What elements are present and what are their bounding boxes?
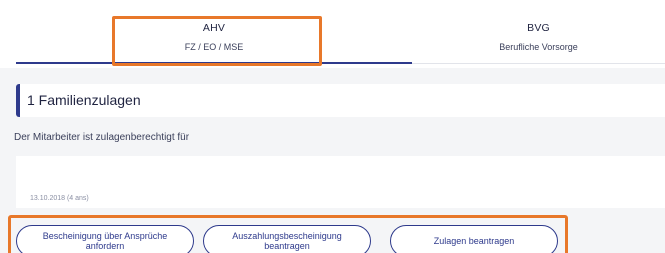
tab-bvg-subtitle: Berufliche Vorsorge [499,42,578,52]
app-root: AHV FZ / EO / MSE BVG Berufliche Vorsorg… [0,0,665,253]
eligibility-text: Der Mitarbeiter ist zulagenberechtigt fü… [14,132,190,143]
section-accent-bar [16,84,20,117]
tab-bar: AHV FZ / EO / MSE BVG Berufliche Vorsorg… [0,0,665,68]
apply-allowances-button[interactable]: Zulagen beantragen [390,225,558,253]
tab-bvg[interactable]: BVG Berufliche Vorsorge [412,0,665,64]
tab-bvg-title: BVG [527,22,550,34]
payment-certificate-button[interactable]: Auszahlungsbescheinigung beantragen [203,225,371,253]
tab-divider [412,63,665,64]
section-title: 1 Familienzulagen [27,92,141,108]
highlight-frame-tab [112,16,322,66]
entry-date: 13.10.2018 (4 ans) [30,195,89,202]
request-certificate-button[interactable]: Bescheinigung über Ansprüche anfordern [16,225,194,253]
entry-card [16,156,665,208]
